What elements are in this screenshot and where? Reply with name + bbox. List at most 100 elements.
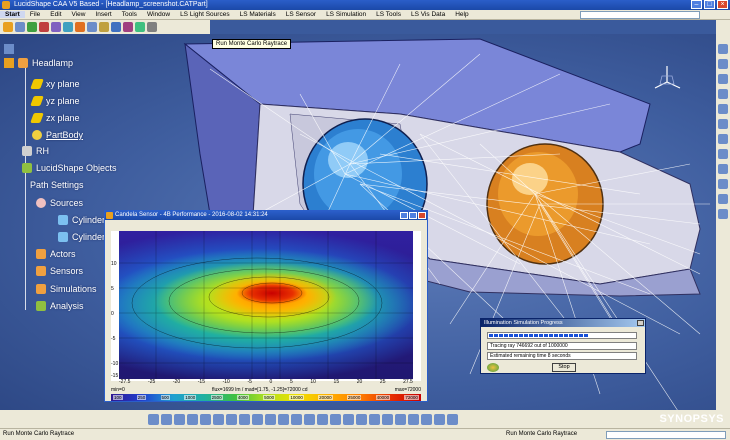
swap-visible-icon[interactable] xyxy=(291,413,302,425)
maximize-button[interactable] xyxy=(409,212,417,219)
multi-view-icon[interactable] xyxy=(239,413,250,425)
rotate-icon[interactable] xyxy=(187,413,198,425)
export-icon[interactable] xyxy=(111,22,121,32)
light-source-icon[interactable] xyxy=(39,22,49,32)
normal-view-icon[interactable] xyxy=(226,413,237,425)
capture-icon[interactable] xyxy=(408,413,419,425)
measure-icon[interactable] xyxy=(304,413,315,425)
zoom-in-icon[interactable] xyxy=(200,413,211,425)
toolbar-icon[interactable] xyxy=(718,44,728,54)
menu-light-sources[interactable]: LS Light Sources xyxy=(175,11,235,18)
tree-node-label: Path Settings xyxy=(30,180,84,190)
tree-node-actors[interactable]: Actors xyxy=(36,249,76,259)
info-icon[interactable] xyxy=(447,413,458,425)
progress-dialog-title-bar[interactable]: Illumination Simulation Progress xyxy=(481,319,645,327)
filter-icon[interactable] xyxy=(87,22,97,32)
hide-show-icon[interactable] xyxy=(278,413,289,425)
menu-start[interactable]: Start xyxy=(0,11,25,18)
toolbar-icon[interactable] xyxy=(718,134,728,144)
iso-view-icon[interactable] xyxy=(252,413,263,425)
camera-icon[interactable] xyxy=(395,413,406,425)
snap-icon[interactable] xyxy=(382,413,393,425)
toolbar-icon[interactable] xyxy=(718,59,728,69)
tree-toggle-icon[interactable] xyxy=(434,413,445,425)
toolbar-icon[interactable] xyxy=(718,119,728,129)
luminance-icon[interactable] xyxy=(123,22,133,32)
menu-insert[interactable]: Insert xyxy=(90,11,116,18)
material-icon[interactable] xyxy=(356,413,367,425)
menu-vis-data[interactable]: LS Vis Data xyxy=(406,11,450,18)
render-icon[interactable] xyxy=(330,413,341,425)
close-button[interactable] xyxy=(637,320,644,326)
menu-view[interactable]: View xyxy=(67,11,91,18)
menu-tools[interactable]: Tools xyxy=(117,11,142,18)
menu-help[interactable]: Help xyxy=(450,11,473,18)
tree-node-yz-plane[interactable]: yz plane xyxy=(30,96,80,106)
tree-node-zx-plane[interactable]: zx plane xyxy=(30,113,80,123)
toolbar-icon[interactable] xyxy=(718,149,728,159)
fit-all-icon[interactable] xyxy=(161,413,172,425)
tree-toolbar-icon[interactable] xyxy=(4,44,14,54)
tree-node-sensors[interactable]: Sensors xyxy=(36,266,83,276)
sensor-icon[interactable] xyxy=(63,22,73,32)
sensors-icon xyxy=(36,266,46,276)
candela-window-title-bar[interactable]: Candela Sensor - 4B Performance - 2016-0… xyxy=(105,211,427,220)
search-input[interactable] xyxy=(580,11,700,19)
simulation-progress-dialog[interactable]: Illumination Simulation Progress Tracing… xyxy=(480,318,646,374)
tree-node-path-settings[interactable]: Path Settings xyxy=(30,180,84,190)
menu-edit[interactable]: Edit xyxy=(45,11,66,18)
tree-node-lucidshape-objects[interactable]: LucidShape Objects xyxy=(22,163,117,173)
toolbar-icon[interactable] xyxy=(718,194,728,204)
fly-mode-icon[interactable] xyxy=(148,413,159,425)
lights-icon[interactable] xyxy=(343,413,354,425)
command-input[interactable] xyxy=(606,431,726,439)
maximize-button[interactable]: □ xyxy=(704,0,715,9)
save-icon[interactable] xyxy=(27,22,37,32)
toolbar-icon[interactable] xyxy=(718,104,728,114)
shading-icon[interactable] xyxy=(265,413,276,425)
menu-ls-tools[interactable]: LS Tools xyxy=(371,11,406,18)
menu-simulation[interactable]: LS Simulation xyxy=(321,11,371,18)
close-button[interactable] xyxy=(418,212,426,219)
minimize-button[interactable] xyxy=(400,212,408,219)
menu-materials[interactable]: LS Materials xyxy=(235,11,281,18)
menu-window[interactable]: Window xyxy=(142,11,175,18)
menu-sensor[interactable]: LS Sensor xyxy=(281,11,321,18)
analysis-icon[interactable] xyxy=(99,22,109,32)
menu-bar: Start File Edit View Insert Tools Window… xyxy=(0,10,730,20)
toolbar-icon[interactable] xyxy=(718,209,728,219)
tree-node-headlamp[interactable]: Headlamp xyxy=(18,58,73,68)
candela-plot[interactable]: 10 5 0 -5 -10 -15 xyxy=(111,231,421,381)
section-icon[interactable] xyxy=(317,413,328,425)
open-icon[interactable] xyxy=(15,22,25,32)
settings-icon[interactable] xyxy=(147,22,157,32)
close-button[interactable]: × xyxy=(717,0,728,9)
pan-icon[interactable] xyxy=(174,413,185,425)
grid-icon[interactable] xyxy=(369,413,380,425)
tree-toolbar-icon[interactable] xyxy=(4,58,14,68)
raytrace-icon[interactable] xyxy=(75,22,85,32)
vis-data-icon[interactable] xyxy=(135,22,145,32)
menu-file[interactable]: File xyxy=(25,11,45,18)
candela-sensor-window[interactable]: Candela Sensor - 4B Performance - 2016-0… xyxy=(104,210,428,402)
tree-node-xy-plane[interactable]: xy plane xyxy=(30,79,80,89)
colorbar: 100 250 500 1000 2500 4000 5000 10000 20… xyxy=(111,394,421,401)
x-tick-label: -10 xyxy=(222,379,230,385)
colorbar-label: 250 xyxy=(136,395,147,400)
zoom-out-icon[interactable] xyxy=(213,413,224,425)
compass-icon[interactable] xyxy=(652,64,682,94)
material-icon[interactable] xyxy=(51,22,61,32)
compass-toggle-icon[interactable] xyxy=(421,413,432,425)
toolbar-icon[interactable] xyxy=(718,179,728,189)
toolbar-icon[interactable] xyxy=(718,74,728,84)
stop-button[interactable]: Stop xyxy=(552,363,576,372)
tree-node-analysis[interactable]: Analysis xyxy=(36,301,84,311)
minimize-button[interactable]: – xyxy=(691,0,702,9)
tree-node-partbody[interactable]: PartBody xyxy=(32,130,83,140)
new-icon[interactable] xyxy=(3,22,13,32)
toolbar-icon[interactable] xyxy=(718,89,728,99)
toolbar-icon[interactable] xyxy=(718,164,728,174)
tree-node-sources[interactable]: Sources xyxy=(36,198,83,208)
tree-node-rh[interactable]: RH xyxy=(22,146,49,156)
tree-node-simulations[interactable]: Simulations xyxy=(36,284,97,294)
